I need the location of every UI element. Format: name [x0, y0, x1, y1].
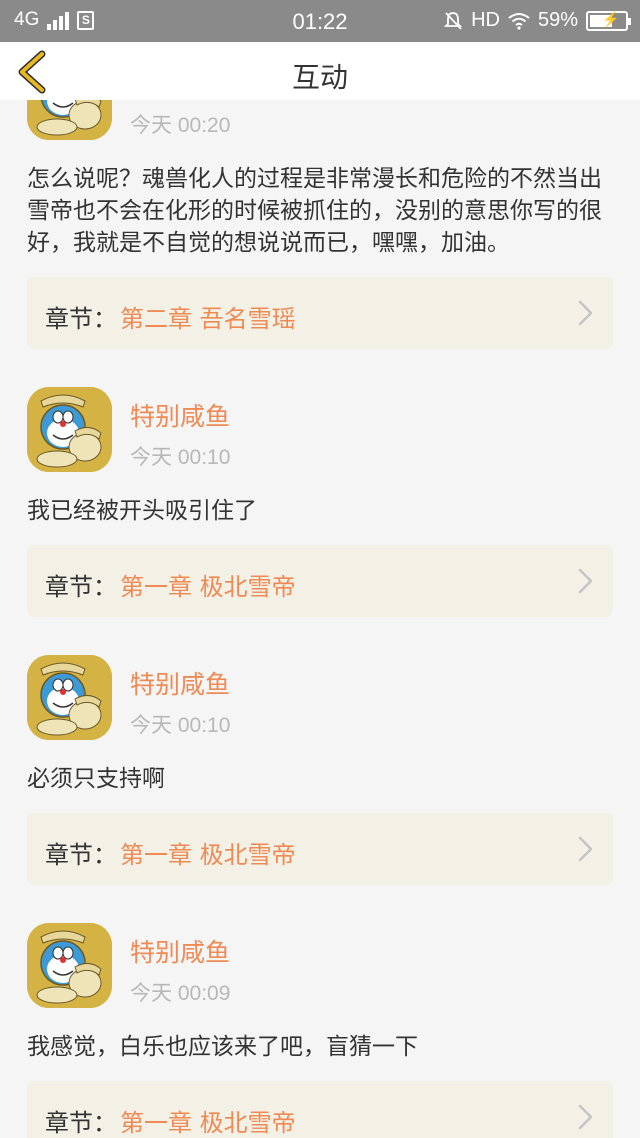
comment-list[interactable]: 特别咸鱼 今天 00:20 怎么说呢？魂兽化人的过程是非常漫长和危险的不然当出雪…	[0, 100, 640, 1138]
chapter-name: 第一章 极北雪帝	[120, 841, 296, 869]
battery-icon: ⚡	[586, 10, 631, 31]
chapter-name: 第一章 极北雪帝	[120, 1109, 296, 1137]
chapter-name: 第一章 极北雪帝	[120, 573, 296, 601]
chapter-label: 章节：	[45, 841, 117, 869]
chapter-label: 章节：	[45, 1109, 117, 1137]
avatar[interactable]	[27, 655, 112, 740]
avatar[interactable]	[27, 923, 112, 1008]
comment-time: 今天 00:09	[130, 982, 231, 1005]
mute-bell-icon	[443, 11, 463, 30]
comment-time: 今天 00:10	[130, 446, 231, 469]
comment-item: 特别咸鱼 今天 00:09 我感觉，白乐也应该来了吧，盲猜一下 章节： 第一章 …	[0, 911, 640, 1138]
status-right: HD 59% ⚡	[443, 9, 631, 32]
doraemon-avatar-icon	[27, 100, 112, 140]
comment-text: 我感觉，白乐也应该来了吧，盲猜一下	[27, 1034, 418, 1060]
chevron-right-icon	[578, 836, 593, 862]
chapter-name: 第二章 吾名雪瑶	[120, 305, 296, 333]
avatar[interactable]	[27, 100, 112, 140]
hd-indicator: HD	[471, 9, 500, 31]
wifi-icon	[508, 12, 530, 30]
comment-item: 特别咸鱼 今天 00:10 必须只支持啊 章节： 第一章 极北雪帝	[0, 643, 640, 911]
status-bar: 4G S 01:22 HD 59% ⚡	[0, 0, 640, 42]
comment-author[interactable]: 特别咸鱼	[130, 933, 230, 969]
page-title: 互动	[291, 61, 348, 94]
chapter-link[interactable]: 章节： 第一章 极北雪帝	[27, 813, 613, 885]
chapter-link[interactable]: 章节： 第二章 吾名雪瑶	[27, 277, 613, 349]
chapter-label: 章节：	[45, 305, 117, 333]
comment-time: 今天 00:20	[130, 114, 231, 137]
doraemon-avatar-icon	[27, 387, 112, 472]
comment-text: 必须只支持啊	[27, 766, 165, 792]
comment-text: 我已经被开头吸引住了	[27, 498, 257, 524]
chapter-label: 章节：	[45, 573, 117, 601]
chapter-link[interactable]: 章节： 第一章 极北雪帝	[27, 1081, 613, 1138]
comment-header: 特别咸鱼 今天 00:10	[0, 643, 640, 753]
avatar[interactable]	[27, 387, 112, 472]
item-spacer	[0, 885, 640, 911]
comment-author[interactable]: 特别咸鱼	[130, 100, 230, 101]
comment-header: 特别咸鱼 今天 00:10	[0, 375, 640, 485]
comment-time: 今天 00:10	[130, 714, 231, 737]
battery-percent: 59%	[537, 9, 578, 31]
chevron-right-icon	[578, 1104, 593, 1130]
comment-item: 特别咸鱼 今天 00:20 怎么说呢？魂兽化人的过程是非常漫长和危险的不然当出雪…	[0, 100, 640, 375]
comment-text: 怎么说呢？魂兽化人的过程是非常漫长和危险的不然当出雪帝也不会在化形的时候被抓住的…	[27, 166, 602, 256]
comment-header: 特别咸鱼 今天 00:20	[0, 100, 640, 153]
item-spacer	[0, 617, 640, 643]
chevron-right-icon	[578, 300, 593, 326]
comment-list-content: 特别咸鱼 今天 00:20 怎么说呢？魂兽化人的过程是非常漫长和危险的不然当出雪…	[0, 100, 640, 1138]
comment-header: 特别咸鱼 今天 00:09	[0, 911, 640, 1021]
chapter-link[interactable]: 章节： 第一章 极北雪帝	[27, 545, 613, 617]
comment-author[interactable]: 特别咸鱼	[130, 665, 230, 701]
charging-icon: ⚡	[602, 10, 620, 27]
item-spacer	[0, 349, 640, 375]
comment-item: 特别咸鱼 今天 00:10 我已经被开头吸引住了 章节： 第一章 极北雪帝	[0, 375, 640, 643]
doraemon-avatar-icon	[27, 655, 112, 740]
chevron-right-icon	[578, 568, 593, 594]
doraemon-avatar-icon	[27, 923, 112, 1008]
nav-bar: 互动	[0, 42, 640, 100]
comment-author[interactable]: 特别咸鱼	[130, 397, 230, 433]
